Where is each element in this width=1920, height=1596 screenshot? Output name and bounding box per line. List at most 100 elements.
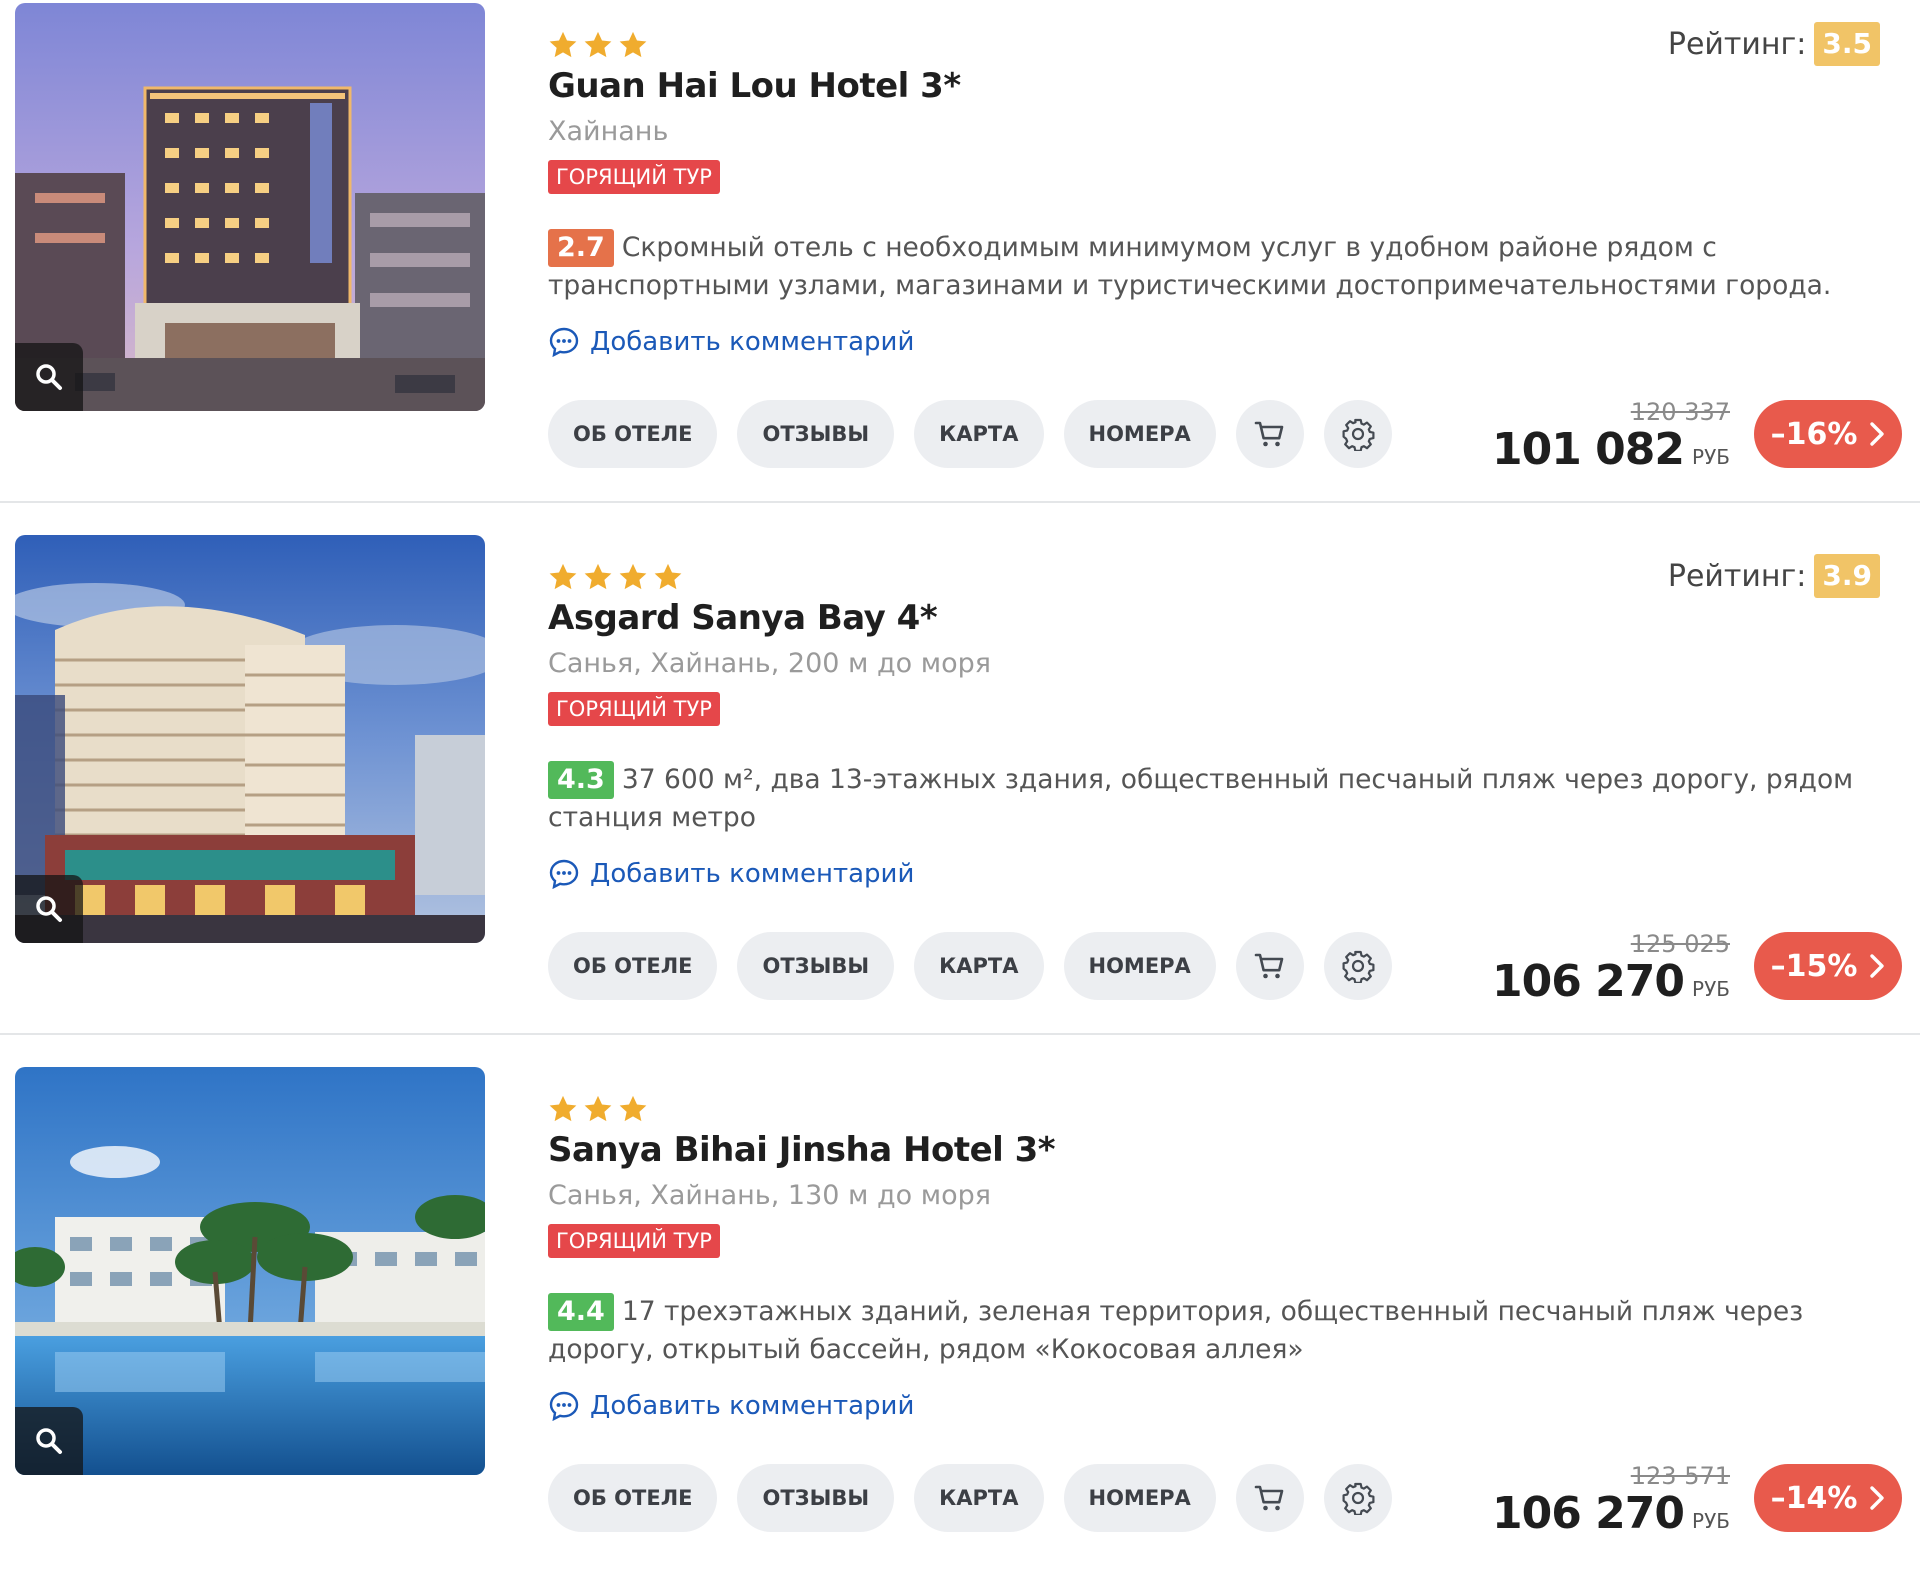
star-icon [654, 563, 682, 590]
reviews-button[interactable]: ОТЗЫВЫ [737, 400, 895, 468]
hotel-name[interactable]: Sanya Bihai Jinsha Hotel 3* [548, 1130, 1056, 1170]
review-score-badge: 4.4 [548, 1293, 614, 1331]
hotel-rating: Рейтинг: 3.5 [1668, 22, 1880, 66]
add-to-cart-button[interactable] [1235, 1464, 1304, 1532]
price-block: 125 025 106 270 РУБ [1492, 930, 1730, 1006]
rating-value: 3.9 [1814, 554, 1880, 598]
hotel-photo-image [15, 1067, 485, 1475]
review-score-badge: 4.3 [548, 761, 614, 799]
discount-label: –16% [1770, 416, 1858, 452]
currency-label: РУБ [1692, 1509, 1730, 1533]
hotel-photo-image [15, 3, 485, 411]
add-comment-label: Добавить комментарий [590, 327, 915, 357]
hotel-rating: Рейтинг: 3.9 [1668, 554, 1880, 598]
star-rating [548, 30, 648, 60]
rooms-button[interactable]: НОМЕРА [1063, 932, 1216, 1000]
add-to-cart-button[interactable] [1235, 932, 1304, 1000]
comment-icon [549, 1391, 579, 1422]
discount-label: –14% [1770, 1480, 1858, 1516]
current-price: 101 082 [1492, 424, 1685, 475]
map-button[interactable]: КАРТА [914, 1464, 1044, 1532]
hotel-description: 4.4 17 трехэтажных зданий, зеленая террит… [548, 1293, 1888, 1369]
add-comment-link[interactable]: Добавить комментарий [548, 322, 914, 362]
hot-tour-badge: ГОРЯЩИЙ ТУР [548, 1224, 720, 1258]
old-price: 120 337 [1630, 398, 1730, 426]
hotel-location: Хайнань [548, 116, 669, 147]
add-comment-label: Добавить комментарий [590, 1391, 915, 1421]
zoom-button[interactable] [15, 1407, 83, 1475]
hotel-card: Sanya Bihai Jinsha Hotel 3* Санья, Хайна… [0, 1064, 1920, 1596]
star-icon [619, 1095, 647, 1122]
cart-icon [1254, 421, 1284, 447]
hot-tour-badge: ГОРЯЩИЙ ТУР [548, 160, 720, 194]
rooms-button[interactable]: НОМЕРА [1063, 1464, 1216, 1532]
hot-tour-badge: ГОРЯЩИЙ ТУР [548, 692, 720, 726]
currency-label: РУБ [1692, 445, 1730, 469]
search-icon [36, 364, 62, 390]
zoom-button[interactable] [15, 875, 83, 943]
current-price: 106 270 [1492, 956, 1685, 1007]
add-comment-link[interactable]: Добавить комментарий [548, 1386, 914, 1426]
rating-label: Рейтинг: [1667, 26, 1807, 62]
gear-icon [1342, 1482, 1375, 1515]
cart-icon [1254, 1485, 1284, 1511]
star-rating [548, 562, 683, 592]
add-to-cart-button[interactable] [1235, 400, 1304, 468]
star-icon [584, 563, 612, 590]
hotel-location: Санья, Хайнань, 200 м до моря [548, 648, 991, 679]
search-icon [36, 896, 62, 922]
cart-icon [1254, 953, 1284, 979]
book-discount-button[interactable]: –15% [1754, 932, 1902, 1000]
star-rating [548, 1094, 648, 1124]
hotel-photo[interactable] [15, 535, 485, 943]
old-price: 123 571 [1630, 1462, 1730, 1490]
comment-icon [549, 327, 579, 358]
current-price: 106 270 [1492, 1488, 1685, 1539]
map-button[interactable]: КАРТА [914, 400, 1044, 468]
map-button[interactable]: КАРТА [914, 932, 1044, 1000]
about-hotel-button[interactable]: ОБ ОТЕЛЕ [548, 400, 718, 468]
currency-label: РУБ [1692, 977, 1730, 1001]
hotel-name[interactable]: Guan Hai Lou Hotel 3* [548, 66, 961, 106]
hotel-photo[interactable] [15, 1067, 485, 1475]
settings-button[interactable] [1323, 1464, 1392, 1532]
add-comment-link[interactable]: Добавить комментарий [548, 854, 914, 894]
hotel-photo-image [15, 535, 485, 943]
gear-icon [1342, 418, 1375, 451]
gear-icon [1342, 950, 1375, 983]
reviews-button[interactable]: ОТЗЫВЫ [737, 932, 895, 1000]
hotel-card: Guan Hai Lou Hotel 3* Хайнань ГОРЯЩИЙ ТУ… [0, 0, 1920, 532]
search-icon [36, 1428, 62, 1454]
star-icon [619, 563, 647, 590]
hotel-location: Санья, Хайнань, 130 м до моря [548, 1180, 991, 1211]
reviews-button[interactable]: ОТЗЫВЫ [737, 1464, 895, 1532]
star-icon [549, 1095, 577, 1122]
hotel-name[interactable]: Asgard Sanya Bay 4* [548, 598, 938, 638]
review-score-badge: 2.7 [548, 229, 614, 267]
book-discount-button[interactable]: –14% [1754, 1464, 1902, 1532]
chevron-right-icon [1870, 954, 1885, 978]
about-hotel-button[interactable]: ОБ ОТЕЛЕ [548, 1464, 718, 1532]
zoom-button[interactable] [15, 343, 83, 411]
about-hotel-button[interactable]: ОБ ОТЕЛЕ [548, 932, 718, 1000]
hotel-card: Asgard Sanya Bay 4* Санья, Хайнань, 200 … [0, 532, 1920, 1064]
rating-value: 3.5 [1814, 22, 1880, 66]
hotel-actions: ОБ ОТЕЛЕ ОТЗЫВЫ КАРТА НОМЕРА [548, 1464, 1392, 1532]
book-discount-button[interactable]: –16% [1754, 400, 1902, 468]
hotel-description: 2.7 Скромный отель с необходимым минимумо… [548, 229, 1888, 305]
star-icon [584, 1095, 612, 1122]
settings-button[interactable] [1323, 932, 1392, 1000]
chevron-right-icon [1870, 422, 1885, 446]
rooms-button[interactable]: НОМЕРА [1063, 400, 1216, 468]
description-text: 17 трехэтажных зданий, зеленая территори… [548, 1296, 1804, 1365]
price-block: 120 337 101 082 РУБ [1492, 398, 1730, 474]
discount-label: –15% [1770, 948, 1858, 984]
description-text: 37 600 м², два 13-этажных здания, общест… [548, 764, 1854, 833]
star-icon [619, 31, 647, 58]
price-block: 123 571 106 270 РУБ [1492, 1462, 1730, 1538]
star-icon [584, 31, 612, 58]
settings-button[interactable] [1323, 400, 1392, 468]
hotel-actions: ОБ ОТЕЛЕ ОТЗЫВЫ КАРТА НОМЕРА [548, 400, 1392, 468]
star-icon [549, 31, 577, 58]
hotel-photo[interactable] [15, 3, 485, 411]
